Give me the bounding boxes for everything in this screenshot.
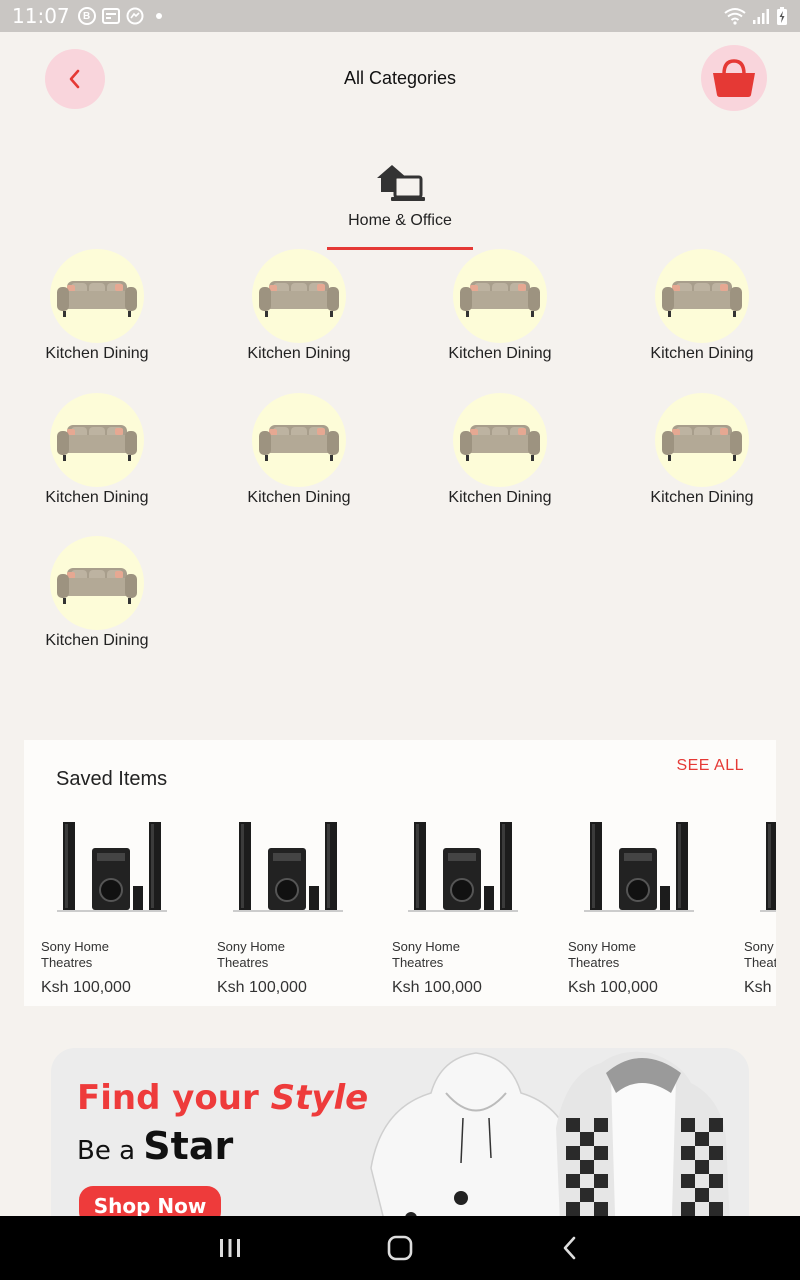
sofa-icon [259,281,339,317]
back-icon [563,1236,576,1260]
system-back-button[interactable] [550,1228,590,1268]
status-icons-left: B [77,7,162,25]
saved-product-card[interactable]: Sony Home Theatres Ksh 100,000 [568,820,718,997]
wifi-icon [724,8,746,25]
subcategory-item[interactable]: Kitchen Dining [17,393,177,507]
status-icons-right [724,6,788,26]
saved-items-title: Saved Items [56,768,168,790]
subcategory-image [655,393,749,487]
subcategory-item[interactable]: Kitchen Dining [622,393,782,507]
home-theatre-image [760,822,776,912]
home-icon [387,1235,413,1261]
product-name: Sony Home Theatres [744,939,776,970]
subcategory-image [453,393,547,487]
sofa-icon [460,281,540,317]
status-time: 11:07 [12,4,70,28]
subcategory-label: Kitchen Dining [650,345,754,362]
dot-icon [155,13,162,19]
saved-product-card[interactable]: Sony Home Theatres Ksh 100,000 [392,820,542,997]
page-title: All Categories [343,68,457,88]
battery-charging-icon [777,7,787,25]
product-price: Ksh 100,000 [568,979,658,996]
category-label: Home & Office [348,212,452,229]
product-price: Ksh 100,000 [41,979,131,996]
b-circle-icon: B [77,7,96,25]
subcategory-item[interactable]: Kitchen Dining [420,249,580,363]
subcategory-label: Kitchen Dining [448,345,552,362]
subcategory-item[interactable]: Kitchen Dining [17,249,177,363]
sofa-icon [662,425,742,461]
subcategory-label: Kitchen Dining [45,632,149,649]
subcategory-image [50,249,144,343]
cart-button[interactable] [701,45,767,111]
product-price: Ksh 100,000 [392,979,482,996]
subcategory-label: Kitchen Dining [45,489,149,506]
home-theatre-image [57,822,167,912]
subcategory-image [655,249,749,343]
news-icon [101,8,120,24]
recent-apps-icon [220,1239,240,1257]
subcategory-label: Kitchen Dining [448,489,552,506]
product-name: Sony Home Theatres [41,939,109,970]
home-theatre-image [584,822,694,912]
subcategory-label: Kitchen Dining [45,345,149,362]
subcategory-image [50,536,144,630]
sofa-icon [259,425,339,461]
recent-apps-button[interactable] [210,1228,250,1268]
saved-product-card[interactable]: Sony Home Theatres Ksh 100,000 [41,820,191,997]
subcategory-image [252,249,346,343]
home-theatre-image [408,822,518,912]
banner-headline: Find your Style [77,1078,369,1118]
subcategory-item[interactable]: Kitchen Dining [622,249,782,363]
banner-subheadline: Be a Star [77,1124,234,1168]
signal-icon [753,9,769,24]
sofa-icon [460,425,540,461]
saved-items-section: Saved Items SEE ALL Sony Home Theatres Ks… [24,740,776,1006]
product-name: Sony Home Theatres [392,939,460,970]
shopping-basket-icon [713,59,755,97]
messenger-icon [126,7,144,25]
home-office-icon [377,165,425,201]
see-all-link[interactable]: SEE ALL [676,757,744,775]
home-button[interactable] [380,1228,420,1268]
subcategory-label: Kitchen Dining [247,489,351,506]
saved-product-card[interactable]: Sony Home Theatres Ksh 100,000 [744,820,776,997]
subcategory-item[interactable]: Kitchen Dining [219,249,379,363]
product-name: Sony Home Theatres [568,939,636,970]
home-theatre-image [233,822,343,912]
sofa-icon [57,425,137,461]
sofa-icon [662,281,742,317]
sofa-icon [57,281,137,317]
status-bar: 11:07 B [0,0,800,32]
subcategory-item[interactable]: Kitchen Dining [420,393,580,507]
product-name: Sony Home Theatres [217,939,285,970]
saved-product-card[interactable]: Sony Home Theatres Ksh 100,000 [217,820,367,997]
subcategory-label: Kitchen Dining [247,345,351,362]
product-price: Ksh 100,000 [744,979,776,996]
subcategory-image [453,249,547,343]
sofa-icon [57,568,137,604]
subcategory-item[interactable]: Kitchen Dining [17,536,177,650]
subcategory-image [50,393,144,487]
subcategory-label: Kitchen Dining [650,489,754,506]
tab-home-office[interactable]: Home & Office [327,160,473,250]
subcategory-item[interactable]: Kitchen Dining [219,393,379,507]
subcategory-image [252,393,346,487]
system-nav-bar [0,1216,800,1280]
product-price: Ksh 100,000 [217,979,307,996]
